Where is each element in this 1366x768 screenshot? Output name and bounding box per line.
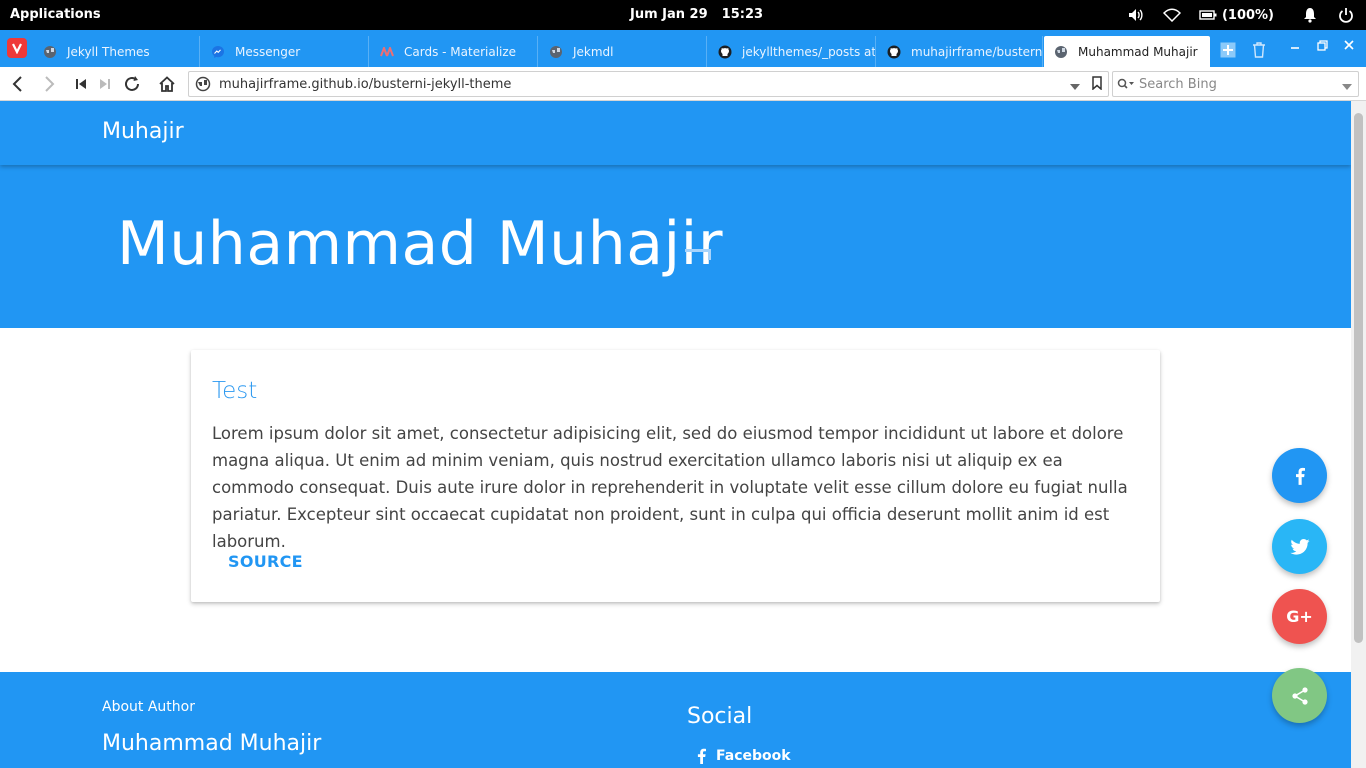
about-author-label: About Author: [102, 699, 195, 715]
card-body-text: Lorem ipsum dolor sit amet, consectetur …: [212, 424, 1128, 551]
notification-bell-icon[interactable]: [1300, 5, 1320, 25]
forward-icon[interactable]: [40, 74, 60, 94]
rewind-icon[interactable]: [71, 74, 91, 94]
back-icon[interactable]: [7, 74, 27, 94]
tab-jekmdl[interactable]: Jekmdl: [539, 36, 707, 67]
tab-jekyllthemes-posts[interactable]: jekyllthemes/_posts at m: [708, 36, 876, 67]
facebook-footer-link[interactable]: Facebook: [697, 748, 791, 764]
tab-label: Jekyll Themes: [67, 44, 150, 59]
messenger-icon: [211, 45, 225, 59]
url-dropdown-icon[interactable]: [1070, 79, 1080, 94]
minimize-icon[interactable]: [1287, 38, 1303, 52]
google-plus-icon: G+: [1286, 607, 1313, 626]
tab-messenger[interactable]: Messenger: [201, 36, 369, 67]
search-engine-dropdown-icon[interactable]: [1342, 79, 1352, 94]
power-icon[interactable]: [1336, 5, 1356, 25]
github-icon: [887, 45, 901, 59]
search-field[interactable]: Search Bing: [1112, 71, 1359, 97]
social-heading: Social: [687, 704, 753, 729]
materialize-icon: [380, 45, 394, 59]
source-link[interactable]: SOURCE: [228, 552, 303, 571]
battery-icon[interactable]: [1198, 5, 1218, 25]
google-plus-share-button[interactable]: G+: [1272, 589, 1327, 644]
github-icon: [718, 45, 732, 59]
author-name: Muhammad Muhajir: [102, 731, 322, 756]
tab-label: Muhammad Muhajir: [1078, 44, 1198, 59]
site-navbar: Muhajir: [0, 101, 1351, 165]
restore-icon[interactable]: [1314, 38, 1330, 52]
tab-label: Jekmdl: [573, 44, 614, 59]
close-window-icon[interactable]: [1341, 38, 1357, 52]
tab-label: Messenger: [235, 44, 301, 59]
url-bar[interactable]: muhajirframe.github.io/busterni-jekyll-t…: [188, 71, 1109, 97]
page-scrollbar[interactable]: [1351, 101, 1366, 768]
browser-tab-bar: Jekyll Themes Messenger Cards - Material…: [0, 30, 1366, 67]
system-top-bar: Applications Jum Jan 29 15:23 (100%): [0, 0, 1366, 30]
share-icon: [1291, 686, 1308, 705]
typing-cursor-icon: [685, 249, 711, 260]
tab-jekyll-themes[interactable]: Jekyll Themes: [33, 36, 200, 67]
tab-label: Cards - Materialize: [404, 44, 517, 59]
wifi-icon[interactable]: [1162, 5, 1182, 25]
hero-section: Muhammad Muhajir: [0, 165, 1351, 328]
bookmark-icon[interactable]: [1092, 76, 1102, 94]
page-viewport: Muhajir Muhammad Muhajir Test Lorem ipsu…: [0, 101, 1351, 768]
globe-icon: [549, 45, 563, 59]
card-title[interactable]: Test: [212, 378, 257, 404]
volume-icon[interactable]: [1126, 5, 1146, 25]
clock-time: 15:23: [721, 7, 764, 22]
site-brand-link[interactable]: Muhajir: [102, 119, 184, 144]
post-card: Test Lorem ipsum dolor sit amet, consect…: [191, 350, 1160, 602]
tab-label: muhajirframe/busterni-je: [911, 44, 1043, 59]
share-button[interactable]: [1272, 668, 1327, 723]
facebook-share-button[interactable]: [1272, 448, 1327, 503]
new-tab-icon[interactable]: [1220, 42, 1236, 58]
hero-title: Muhammad Muhajir: [117, 209, 724, 279]
facebook-link-label: Facebook: [716, 748, 791, 764]
site-footer: About Author Muhammad Muhajir Social Fac…: [0, 672, 1351, 768]
clock-date: Jum Jan 29: [630, 7, 708, 22]
twitter-share-button[interactable]: [1272, 519, 1327, 574]
applications-menu[interactable]: Applications: [10, 7, 101, 22]
globe-icon: [43, 45, 57, 59]
home-icon[interactable]: [157, 74, 177, 94]
facebook-icon: [1295, 467, 1305, 485]
scrollbar-thumb[interactable]: [1354, 113, 1363, 643]
tab-label: jekyllthemes/_posts at m: [742, 44, 876, 59]
search-placeholder: Search Bing: [1139, 76, 1217, 92]
reload-icon[interactable]: [122, 74, 142, 94]
vivaldi-menu-icon[interactable]: [7, 38, 27, 58]
fast-forward-icon[interactable]: [95, 74, 115, 94]
trash-icon[interactable]: [1251, 42, 1267, 58]
address-toolbar: muhajirframe.github.io/busterni-jekyll-t…: [0, 67, 1366, 101]
twitter-icon: [1289, 538, 1310, 555]
system-clock[interactable]: Jum Jan 29 15:23: [630, 7, 777, 22]
tab-muhammad-muhajir[interactable]: Muhammad Muhajir: [1044, 36, 1210, 67]
site-info-icon[interactable]: [195, 76, 211, 92]
tab-busterni-repo[interactable]: muhajirframe/busterni-je: [877, 36, 1043, 67]
facebook-icon: [697, 748, 706, 764]
search-icon[interactable]: [1117, 78, 1139, 90]
globe-icon: [1054, 45, 1068, 59]
url-text: muhajirframe.github.io/busterni-jekyll-t…: [219, 76, 512, 92]
tab-cards-materialize[interactable]: Cards - Materialize: [370, 36, 538, 67]
battery-percentage: (100%): [1221, 7, 1274, 23]
